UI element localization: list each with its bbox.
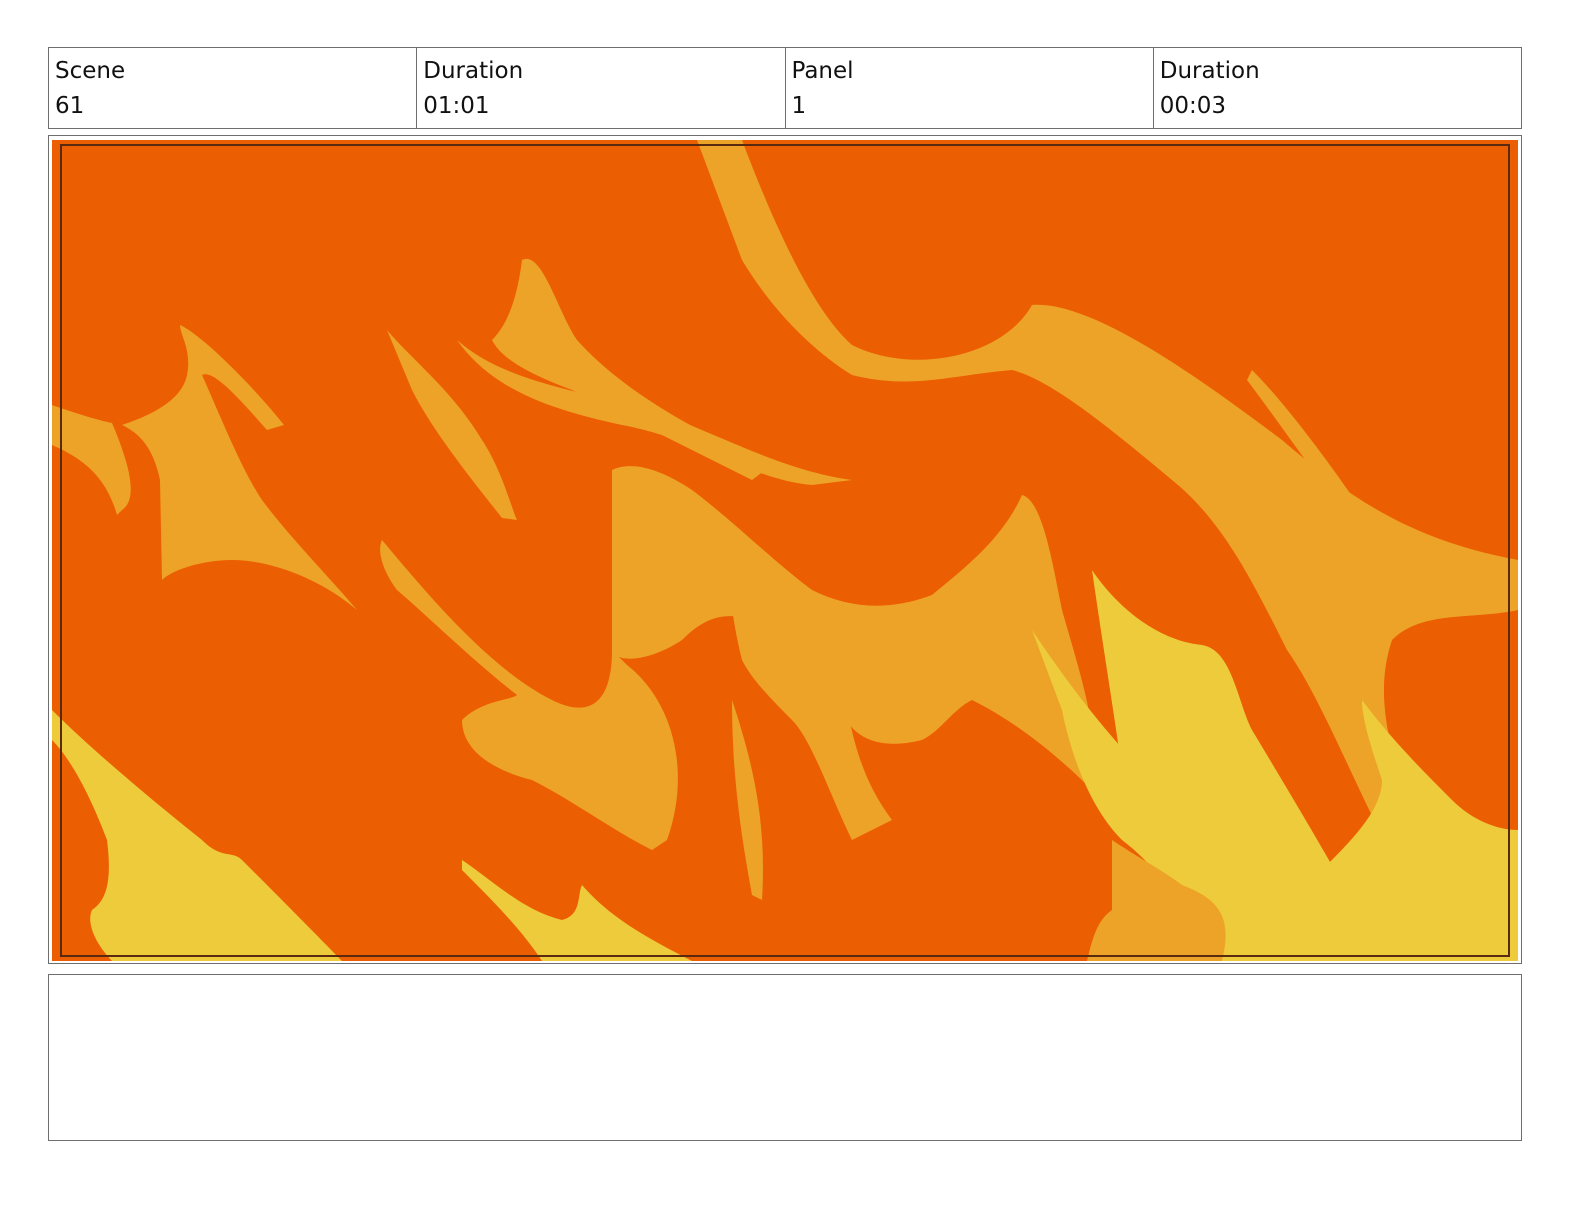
panel-duration-cell: Duration 00:03 — [1154, 48, 1521, 128]
panel-label: Panel — [791, 58, 854, 84]
panel-duration-value[interactable]: 00:03 — [1160, 89, 1515, 124]
panel-duration-label: Duration — [1159, 58, 1260, 84]
panel-header: Scene 61 Duration 01:01 Panel 1 Duration… — [48, 47, 1522, 129]
scene-duration-value[interactable]: 01:01 — [423, 89, 778, 124]
scene-duration-cell: Duration 01:01 — [417, 48, 786, 128]
scene-duration-label: Duration — [423, 58, 524, 84]
panel-number[interactable]: 1 — [792, 89, 1147, 124]
scene-number[interactable]: 61 — [55, 89, 410, 124]
scene-label: Scene — [55, 58, 126, 84]
panel-notes[interactable] — [48, 974, 1522, 1141]
panel-cell: Panel 1 — [786, 48, 1154, 128]
fire-artwork — [52, 140, 1518, 961]
storyboard-panel[interactable] — [48, 135, 1522, 964]
scene-cell: Scene 61 — [49, 48, 418, 128]
